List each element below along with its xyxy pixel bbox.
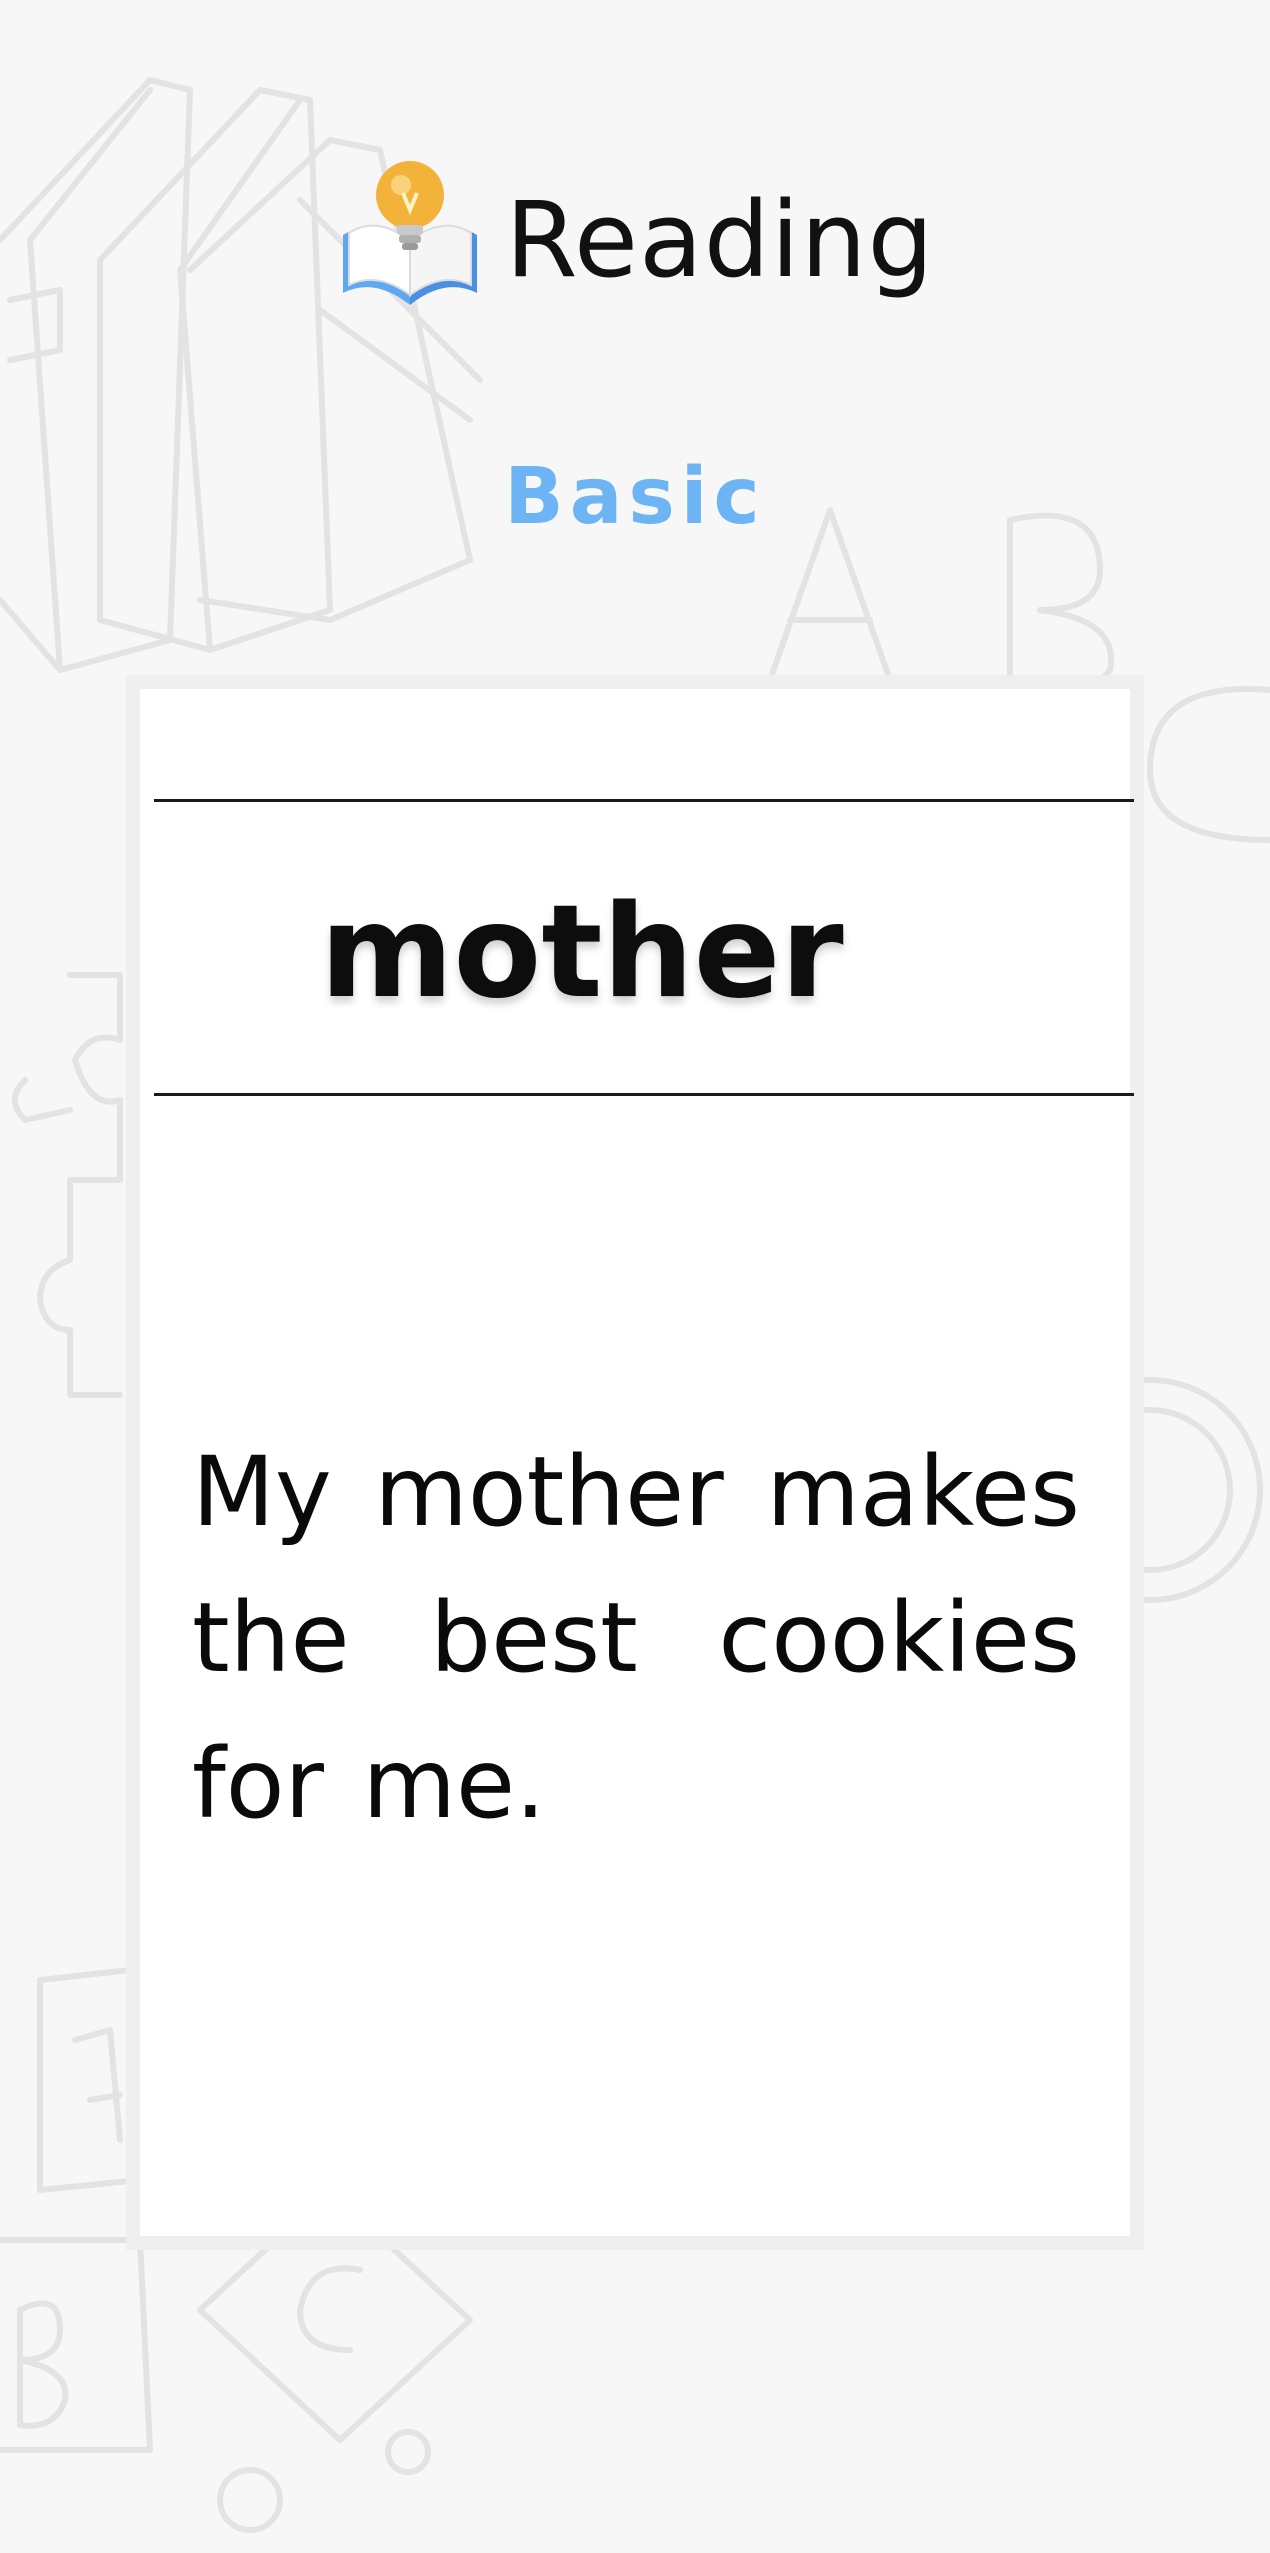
letter-s-doodle bbox=[1147, 686, 1270, 843]
example-sentence: My mother makes the best cookies for me. bbox=[192, 1436, 1080, 1840]
app-header: Reading bbox=[0, 150, 1270, 320]
flashcard: mother My mother makes the best cookies … bbox=[126, 675, 1144, 2250]
writing-line-top bbox=[154, 799, 1134, 802]
writing-line-bottom bbox=[154, 1093, 1134, 1096]
target-word: mother bbox=[320, 878, 844, 1027]
open-book-lightbulb-icon bbox=[343, 161, 478, 305]
app-title: Reading bbox=[505, 179, 935, 301]
puzzle-doodle bbox=[37, 972, 123, 1398]
level-label: Basic bbox=[504, 452, 766, 542]
